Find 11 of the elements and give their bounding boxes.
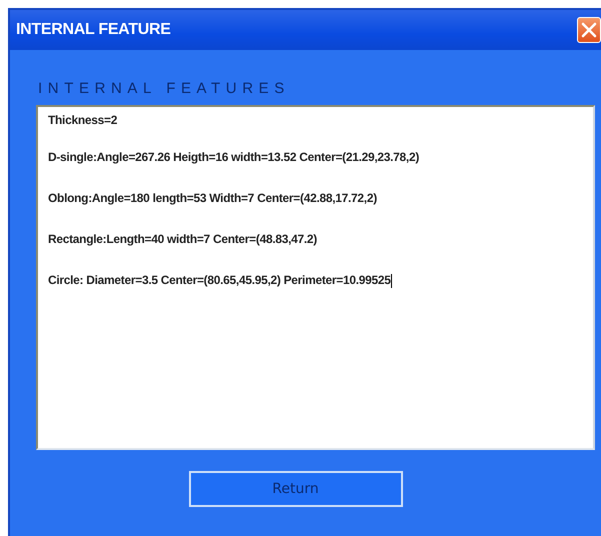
- return-button[interactable]: Return: [188, 471, 402, 507]
- close-button[interactable]: [577, 17, 601, 43]
- close-icon: [580, 21, 598, 39]
- features-text-area[interactable]: [36, 105, 595, 450]
- section-heading: INTERNAL FEATURES: [38, 80, 291, 97]
- feature-text: Rectangle:Length=40 width=7 Center=(48.83,47.2): [48, 231, 318, 248]
- feature-text: Circle: Diameter=3.5 Center=(80.65,45.95,2) Perimeter=10.99525: [48, 272, 393, 290]
- window-title: INTERNAL FEATURE: [16, 21, 171, 39]
- feature-text: D-single:Angle=267.26 Heigth=16 width=13.52 Center=(21.29,23.78,2): [48, 149, 420, 166]
- feature-text: Thickness=2: [48, 112, 118, 129]
- feature-text: Oblong:Angle=180 length=53 Width=7 Center=(42.88,17.72,2): [48, 190, 378, 207]
